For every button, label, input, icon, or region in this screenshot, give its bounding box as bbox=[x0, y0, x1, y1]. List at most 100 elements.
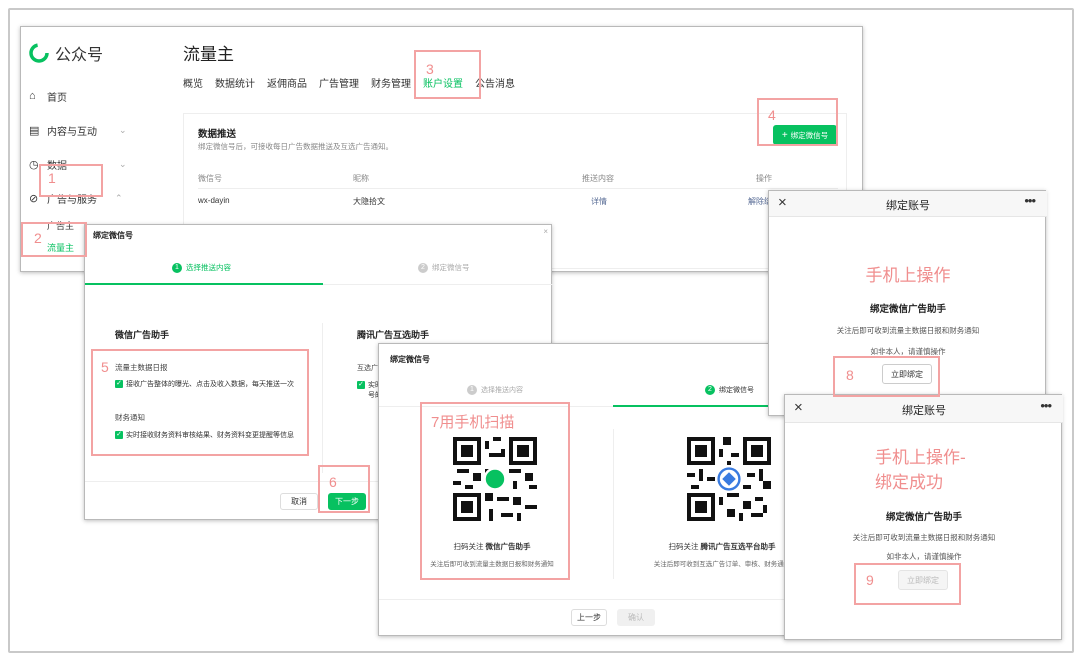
qr1-name: 微信广告助手 bbox=[485, 542, 531, 551]
bind-wechat-label: 绑定微信号 bbox=[790, 130, 829, 140]
cell-wechat-id: wx-dayin bbox=[198, 196, 230, 205]
annotation-number-6: 6 bbox=[329, 474, 337, 490]
sidebar-item-label: 广告与服务 bbox=[47, 194, 97, 206]
logo: 公众号 bbox=[29, 41, 103, 65]
tab-overview[interactable]: 概览 bbox=[183, 75, 203, 90]
annotation-number-3: 3 bbox=[426, 61, 434, 77]
checkbox-checked-icon[interactable]: ✓ bbox=[115, 380, 123, 389]
option-desc: 实时接收财务资料审核结果、财务资料变更提醒等信息 bbox=[126, 432, 294, 439]
warning-text: 如非本人，请谨慎操作 bbox=[870, 347, 946, 356]
annotation-number-1: 1 bbox=[48, 170, 56, 186]
step-1: 1 选择推送内容 bbox=[467, 385, 523, 395]
qr1-caption: 扫码关注 微信广告助手 bbox=[379, 541, 605, 552]
home-icon: ⌂ bbox=[29, 90, 36, 102]
tencent-assistant-title: 腾讯广告互选助手 bbox=[357, 330, 430, 340]
page-title: 流量主 bbox=[183, 45, 234, 64]
option-daily-report-title: 流量主数据日报 bbox=[115, 363, 168, 372]
section-desc: 绑定微信号后，可接收每日广告数据推送及互选广告通知。 bbox=[198, 142, 393, 151]
section-title: 数据推送 bbox=[198, 129, 237, 140]
column-header-push-content: 推送内容 bbox=[582, 174, 614, 183]
tab-account-settings[interactable]: 账户设置 bbox=[423, 75, 463, 90]
sidebar-item-data[interactable]: ◷ 数据 ⌄ bbox=[29, 147, 139, 181]
tab-finance[interactable]: 财务管理 bbox=[371, 75, 411, 90]
dialog-title: 绑定微信号 bbox=[93, 231, 133, 240]
more-icon[interactable]: ••• bbox=[1024, 193, 1036, 208]
step-label: 绑定微信号 bbox=[719, 387, 754, 394]
assistant-desc: 关注后即可收到流量主数据日报和财务通知 bbox=[852, 533, 996, 542]
cell-nickname: 大隐拾文 bbox=[353, 197, 385, 206]
annotation-number-4: 4 bbox=[768, 107, 776, 123]
qr1-desc: 关注后即可收到流量主数据日报和财务通知 bbox=[430, 561, 554, 568]
option-desc: 接收广告整体的曝光、点击及收入数据，每天推送一次 bbox=[126, 381, 294, 388]
annotation-number-2: 2 bbox=[34, 230, 42, 246]
tab-rebate[interactable]: 返佣商品 bbox=[267, 75, 307, 90]
tab-statistics[interactable]: 数据统计 bbox=[215, 75, 255, 90]
stepper: 1 选择推送内容 2 绑定微信号 bbox=[85, 247, 553, 285]
option-daily-report[interactable]: ✓ 接收广告整体的曝光、点击及收入数据，每天推送一次 bbox=[115, 379, 294, 389]
column-header-actions: 操作 bbox=[756, 174, 772, 183]
step-caption-line2: 绑定成功 bbox=[875, 473, 943, 493]
step-number-icon: 1 bbox=[172, 262, 182, 273]
annotation-number-5: 5 bbox=[101, 359, 109, 375]
sidebar-item-home[interactable]: ⌂ 首页 bbox=[29, 79, 139, 113]
assistant-desc: 关注后即可收到流量主数据日报和财务通知 bbox=[836, 326, 980, 335]
step-caption-line1: 手机上操作- bbox=[875, 448, 966, 468]
compass-icon: ⊘ bbox=[29, 192, 39, 205]
step-label: 选择推送内容 bbox=[186, 263, 231, 272]
column-header-nickname: 昵称 bbox=[353, 174, 369, 183]
step-1: 1 选择推送内容 bbox=[172, 262, 231, 273]
sidebar-item-ads[interactable]: ⊘ 广告与服务 ⌃ bbox=[29, 181, 139, 215]
bind-dialog-step2: 绑定微信号 1 选择推送内容 2 绑定微信号 扫码关注 微信广告助手 关注后即可… bbox=[378, 343, 831, 636]
step-number-icon: 1 bbox=[467, 385, 477, 395]
table-row: wx-dayin 大隐拾文 详情 解除绑定 bbox=[198, 196, 838, 212]
option-finance-title: 财务通知 bbox=[115, 413, 145, 422]
close-icon[interactable]: × bbox=[543, 227, 548, 236]
logo-icon bbox=[29, 43, 49, 63]
confirm-button[interactable]: 确认 bbox=[617, 609, 655, 626]
annotation-number-9: 9 bbox=[866, 572, 874, 588]
prev-button[interactable]: 上一步 bbox=[571, 609, 607, 626]
checkbox-checked-icon[interactable]: ✓ bbox=[115, 431, 123, 440]
phone-header: × 绑定账号 ••• bbox=[769, 191, 1047, 217]
option-finance[interactable]: ✓ 实时接收财务资料审核结果、财务资料变更提醒等信息 bbox=[115, 430, 294, 440]
column-divider bbox=[613, 429, 614, 579]
warning-text: 如非本人，请谨慎操作 bbox=[886, 552, 962, 561]
bind-now-button[interactable]: 立即绑定 bbox=[882, 364, 932, 384]
plus-icon: + bbox=[781, 129, 788, 141]
tab-announcements[interactable]: 公告消息 bbox=[475, 75, 515, 90]
dialog-footer bbox=[379, 599, 831, 600]
chevron-up-icon: ⌃ bbox=[115, 192, 123, 203]
more-icon[interactable]: ••• bbox=[1040, 398, 1052, 413]
sidebar-item-label: 内容与互动 bbox=[47, 126, 97, 138]
qr2-name: 腾讯广告互选平台助手 bbox=[700, 542, 776, 551]
qr-code-tencent-assistant bbox=[687, 437, 771, 521]
assistant-name: 绑定微信广告助手 bbox=[885, 512, 962, 523]
chevron-down-icon: ⌄ bbox=[119, 124, 127, 135]
assistant-name: 绑定微信广告助手 bbox=[869, 304, 946, 315]
tab-bar: 概览 数据统计 返佣商品 广告管理 财务管理 账户设置 公告消息 bbox=[183, 75, 515, 90]
ad-assistant-title: 微信广告助手 bbox=[115, 330, 170, 340]
checkbox-checked-icon[interactable]: ✓ bbox=[357, 381, 365, 390]
step-progress-bar bbox=[85, 283, 323, 285]
sidebar-item-label: 首页 bbox=[47, 92, 67, 104]
step-number-icon: 2 bbox=[418, 262, 428, 273]
qr-code-ad-assistant bbox=[453, 437, 537, 521]
details-link[interactable]: 详情 bbox=[591, 196, 607, 207]
logo-text: 公众号 bbox=[55, 47, 104, 64]
bind-wechat-button[interactable]: + 绑定微信号 bbox=[773, 125, 837, 145]
qr1-prefix: 扫码关注 bbox=[453, 542, 484, 551]
tab-ad-management[interactable]: 广告管理 bbox=[319, 75, 359, 90]
sidebar-item-content[interactable]: ▤ 内容与互动 ⌄ bbox=[29, 113, 139, 147]
column-divider bbox=[322, 323, 323, 473]
clock-icon: ◷ bbox=[29, 158, 39, 171]
cancel-button[interactable]: 取消 bbox=[280, 493, 318, 510]
phone-bind-account-1: × 绑定账号 ••• 手机上操作 绑定微信广告助手 关注后即可收到流量主数据日报… bbox=[768, 190, 1047, 416]
dialog-title: 绑定微信号 bbox=[390, 355, 430, 364]
phone-bind-account-2: × 绑定账号 ••• 手机上操作- 绑定成功 绑定微信广告助手 关注后即可收到流… bbox=[784, 394, 1063, 640]
phone-title: 绑定账号 bbox=[902, 405, 946, 417]
column-header-wechat-id: 微信号 bbox=[198, 174, 222, 183]
step-caption: 手机上操作 bbox=[865, 266, 951, 286]
next-button[interactable]: 下一步 bbox=[328, 493, 366, 510]
annotation-number-8: 8 bbox=[846, 367, 854, 383]
document-icon: ▤ bbox=[29, 124, 40, 137]
